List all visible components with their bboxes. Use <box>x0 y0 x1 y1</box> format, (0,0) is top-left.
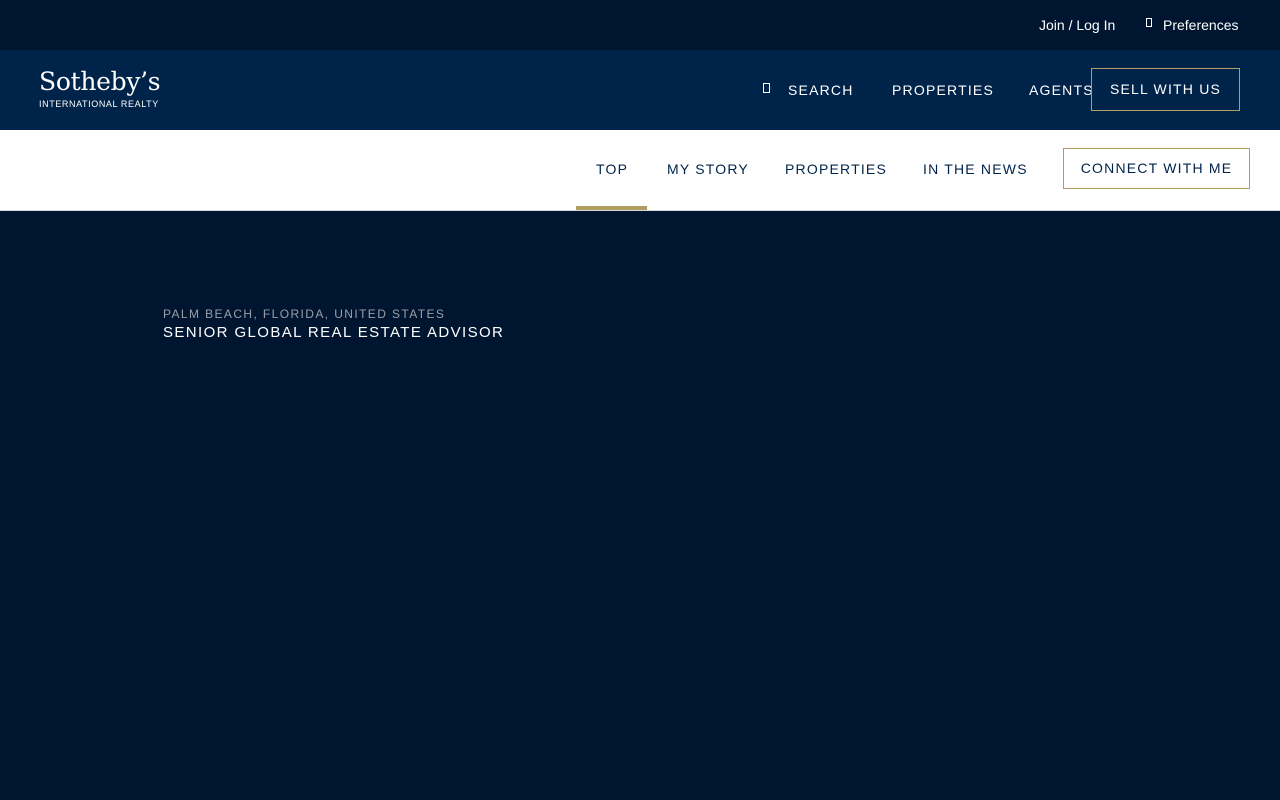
logo-wordmark: Sotheby’s <box>39 67 161 96</box>
preferences-icon <box>1146 18 1152 27</box>
tab-top[interactable]: TOP <box>596 161 628 177</box>
nav-agents[interactable]: AGENTS <box>1029 82 1094 98</box>
active-tab-indicator <box>576 206 647 210</box>
tab-properties[interactable]: PROPERTIES <box>785 161 887 177</box>
sothebys-logo[interactable]: Sotheby’s INTERNATIONAL REALTY <box>39 67 161 110</box>
logo-subtitle: INTERNATIONAL REALTY <box>39 99 159 109</box>
preferences-link[interactable]: Preferences <box>1146 17 1238 33</box>
nav-search[interactable]: SEARCH <box>763 82 854 98</box>
agent-title: SENIOR GLOBAL REAL ESTATE ADVISOR <box>163 324 505 341</box>
preferences-label: Preferences <box>1163 17 1239 33</box>
hero-section: PALM BEACH, FLORIDA, UNITED STATES SENIO… <box>0 211 1280 800</box>
tab-in-the-news[interactable]: IN THE NEWS <box>923 161 1028 177</box>
utility-bar: Join / Log In Preferences <box>0 0 1280 50</box>
agent-sub-nav: TOP MY STORY PROPERTIES IN THE NEWS CONN… <box>0 130 1280 211</box>
nav-search-label: SEARCH <box>788 82 854 98</box>
connect-with-me-button[interactable]: CONNECT WITH ME <box>1063 148 1250 189</box>
join-login-link[interactable]: Join / Log In <box>1039 17 1115 33</box>
sell-with-us-button[interactable]: SELL WITH US <box>1091 68 1240 111</box>
search-icon <box>763 83 770 93</box>
main-header: Sotheby’s INTERNATIONAL REALTY SEARCH PR… <box>0 50 1280 130</box>
agent-location: PALM BEACH, FLORIDA, UNITED STATES <box>163 307 446 321</box>
nav-properties[interactable]: PROPERTIES <box>892 82 994 98</box>
tab-my-story[interactable]: MY STORY <box>667 161 749 177</box>
